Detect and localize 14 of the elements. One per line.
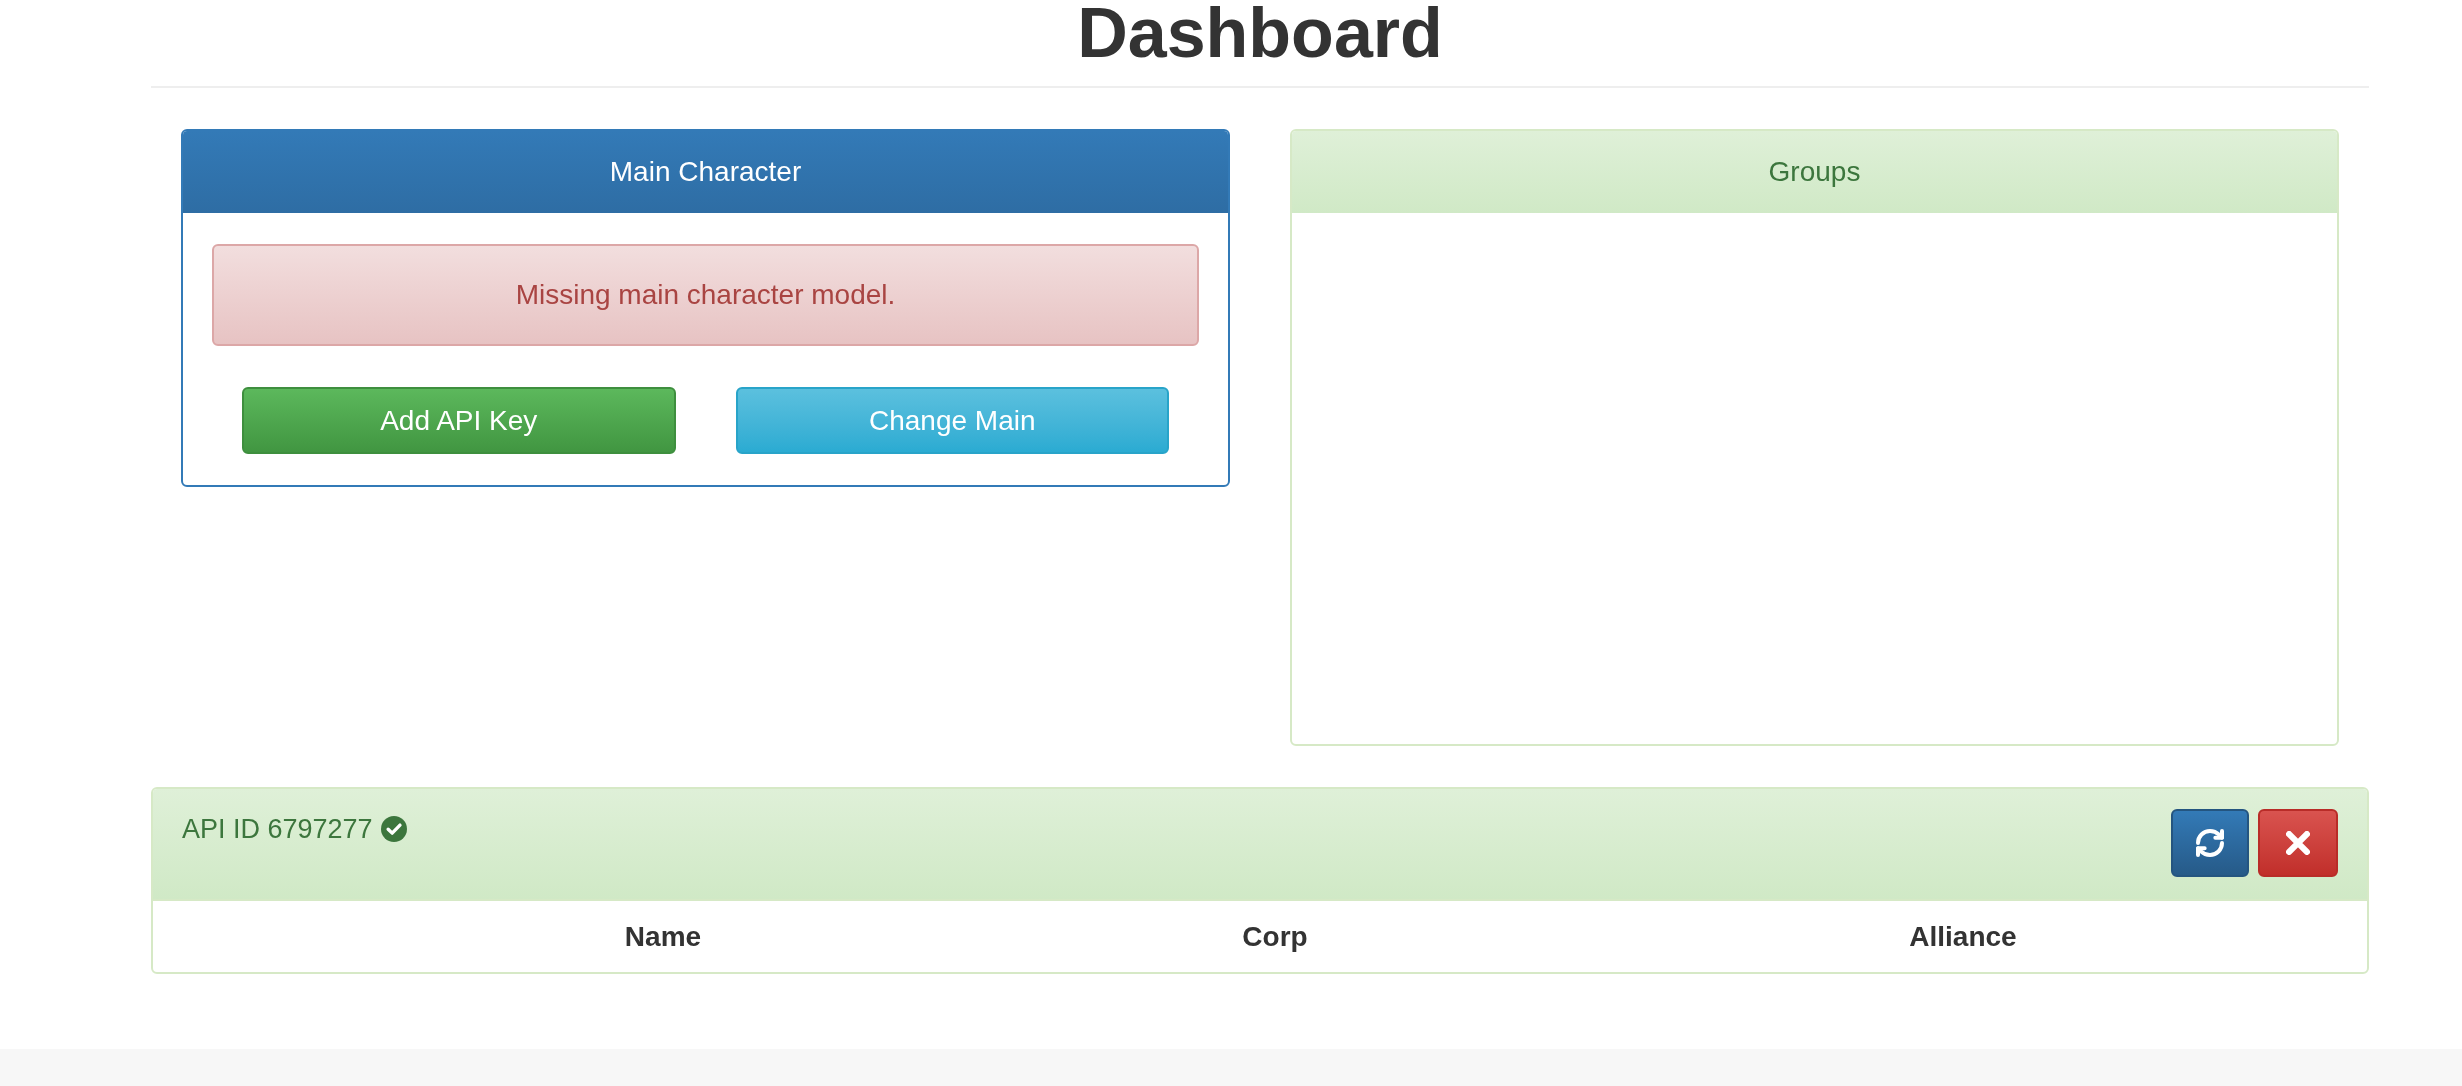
error-alert: Missing main character model. <box>212 244 1199 346</box>
refresh-icon <box>2196 829 2224 857</box>
page-title: Dashboard <box>1077 0 1443 68</box>
action-button[interactable]: Add API Key <box>242 387 676 454</box>
refresh-button[interactable] <box>2171 809 2249 877</box>
column-header: Alliance <box>1909 919 2017 954</box>
close-icon <box>2286 831 2310 855</box>
column-header: Name <box>624 919 702 954</box>
api-key-title: API ID 6797277 <box>182 812 373 846</box>
column-header: Corp <box>1242 919 1308 954</box>
action-button[interactable]: Change Main <box>735 387 1169 454</box>
panel-title: Groups <box>1768 155 1861 189</box>
delete-button[interactable] <box>2258 809 2338 877</box>
panel-title: Main Character <box>609 155 802 189</box>
